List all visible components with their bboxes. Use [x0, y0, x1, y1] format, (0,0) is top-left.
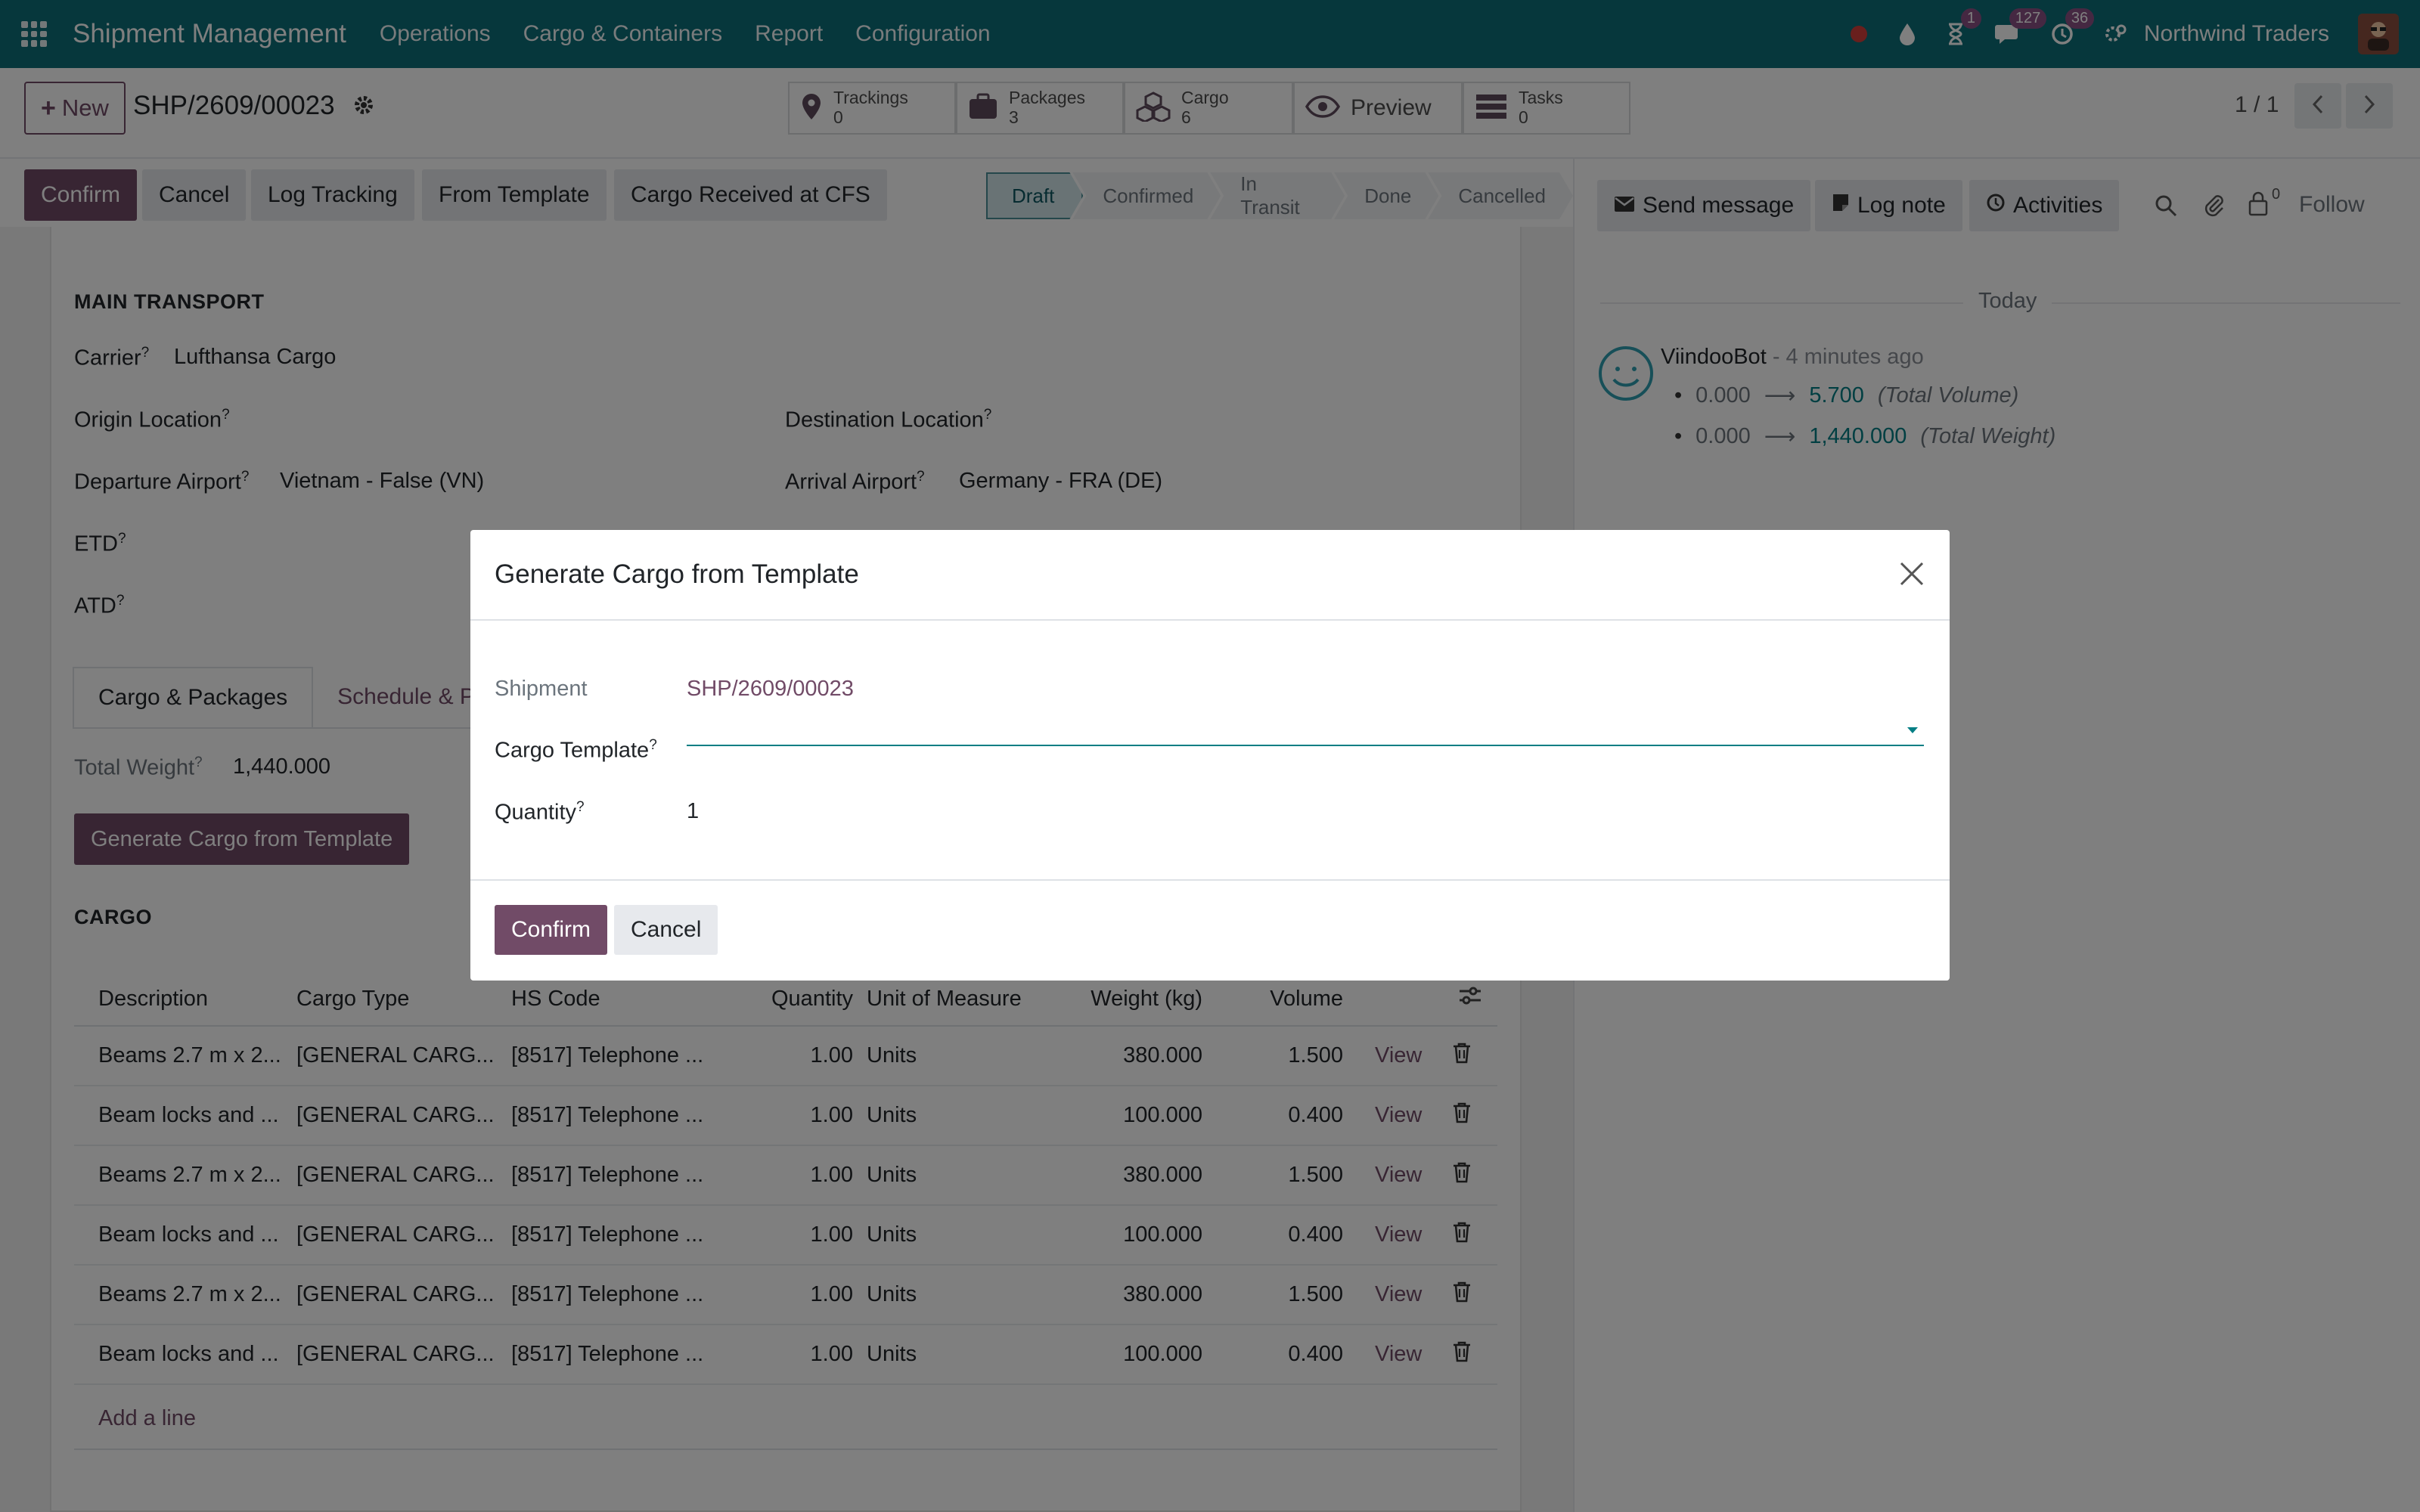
dialog-footer: Confirm Cancel [470, 881, 1950, 979]
close-icon[interactable] [1898, 560, 1925, 594]
caret-down-icon[interactable] [1906, 725, 1919, 739]
dialog-header: Generate Cargo from Template [470, 530, 1950, 621]
dialog-cancel-button[interactable]: Cancel [614, 905, 718, 955]
shipment-label: Shipment [495, 677, 588, 701]
generate-cargo-dialog: Generate Cargo from Template Shipment SH… [470, 530, 1950, 981]
dialog-title: Generate Cargo from Template [495, 559, 859, 589]
dialog-confirm-button[interactable]: Confirm [495, 905, 608, 955]
dialog-body: Shipment SHP/2609/00023 Cargo Template? … [470, 621, 1950, 881]
shipment-value[interactable]: SHP/2609/00023 [687, 677, 854, 702]
quantity-input[interactable]: 1 [687, 799, 699, 824]
quantity-label: Quantity? [495, 799, 585, 825]
cargo-template-label: Cargo Template? [495, 737, 657, 763]
cargo-template-select[interactable] [687, 711, 1924, 746]
